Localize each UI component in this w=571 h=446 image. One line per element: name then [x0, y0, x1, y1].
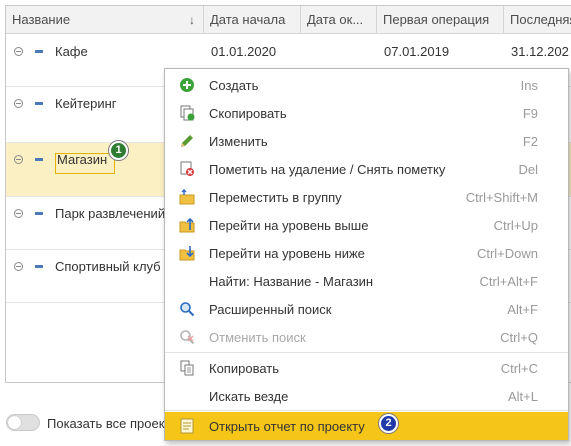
- menu-item-label: Изменить: [209, 134, 268, 149]
- menu-item-shortcut: Alt+F: [507, 302, 538, 317]
- menu-item-label: Перейти на уровень выше: [209, 218, 369, 233]
- move-to-group-icon: [179, 189, 195, 205]
- show-all-projects-label: Показать все проек: [47, 416, 165, 431]
- menu-item-label: Переместить в группу: [209, 190, 342, 205]
- menu-item-shortcut: F2: [522, 134, 538, 149]
- menu-item-shortcut: Ctrl+Alt+F: [479, 274, 538, 289]
- column-header-start-date[interactable]: Дата начала: [204, 6, 301, 34]
- menu-item-shortcut: Ins: [520, 78, 538, 93]
- collapse-icon[interactable]: [14, 47, 23, 56]
- step-badge-1: 1: [109, 141, 128, 160]
- menu-item-cancel-search: Отменить поиск Ctrl+Q: [165, 323, 568, 351]
- menu-item-shortcut: Ctrl+Q: [500, 330, 538, 345]
- step-badge-2: 2: [379, 414, 398, 433]
- menu-item-level-down[interactable]: Перейти на уровень ниже Ctrl+Down: [165, 239, 568, 267]
- collapse-icon[interactable]: [14, 262, 23, 271]
- menu-item-copy-add[interactable]: Скопировать F9: [165, 99, 568, 127]
- row-first-operation: 07.01.2019: [384, 44, 450, 59]
- collapse-icon[interactable]: [14, 209, 23, 218]
- row-start-date: 01.01.2020: [211, 44, 277, 59]
- column-header-name-label: Название: [12, 12, 71, 27]
- report-icon: [180, 418, 194, 434]
- menu-item-find-by-name[interactable]: Найти: Название - Магазин Ctrl+Alt+F: [165, 267, 568, 295]
- level-up-icon: [179, 217, 195, 233]
- menu-item-label: Найти: Название - Магазин: [209, 274, 374, 289]
- menu-separator: [165, 410, 568, 411]
- menu-item-shortcut: Ctrl+Shift+M: [465, 190, 538, 205]
- grid-header: Название ↓ Дата начала Дата ок... Первая…: [6, 6, 571, 34]
- cancel-search-icon: [180, 330, 195, 345]
- collapse-icon[interactable]: [14, 99, 23, 108]
- pencil-icon: [181, 135, 193, 147]
- copy-icon: [180, 360, 194, 376]
- search-icon: [180, 302, 195, 317]
- menu-item-shortcut: Alt+L: [508, 389, 538, 404]
- menu-item-label: Расширенный поиск: [209, 302, 332, 317]
- toggle-knob: [8, 416, 21, 429]
- menu-separator: [165, 352, 568, 353]
- menu-item-advanced-search[interactable]: Расширенный поиск Alt+F: [165, 295, 568, 323]
- menu-item-move-to-group[interactable]: Переместить в группу Ctrl+Shift+M: [165, 183, 568, 211]
- row-name: Спортивный клуб: [55, 259, 161, 274]
- menu-item-label: Скопировать: [209, 106, 287, 121]
- menu-item-mark-delete[interactable]: Пометить на удаление / Снять пометку Del: [165, 155, 568, 183]
- menu-item-label: Перейти на уровень ниже: [209, 246, 365, 261]
- menu-item-search-everywhere[interactable]: Искать везде Alt+L: [165, 382, 568, 410]
- menu-item-label: Открыть отчет по проекту: [209, 419, 365, 434]
- menu-item-shortcut: Ctrl+Down: [476, 246, 538, 261]
- row-name: Магазин: [57, 152, 108, 167]
- sort-arrow-icon[interactable]: ↓: [189, 6, 195, 34]
- menu-item-shortcut: Ctrl+Up: [493, 218, 538, 233]
- delete-mark-icon: [180, 161, 194, 176]
- menu-item-shortcut: Del: [518, 162, 538, 177]
- menu-item-level-up[interactable]: Перейти на уровень выше Ctrl+Up: [165, 211, 568, 239]
- row-name: Кейтеринг: [55, 96, 117, 111]
- item-dash-icon: [35, 265, 43, 268]
- row-last-operation: 31.12.202: [511, 44, 569, 59]
- menu-item-create[interactable]: Создать Ins: [165, 71, 568, 99]
- menu-item-open-project-report[interactable]: Открыть отчет по проекту: [165, 412, 568, 440]
- column-header-first-operation[interactable]: Первая операция: [377, 6, 504, 34]
- column-header-end-date[interactable]: Дата ок...: [301, 6, 377, 34]
- row-name: Парк развлечений: [55, 206, 166, 221]
- menu-item-label: Копировать: [209, 361, 279, 376]
- menu-item-edit[interactable]: Изменить F2: [165, 127, 568, 155]
- add-icon: [180, 78, 194, 92]
- show-all-projects-toggle[interactable]: [6, 414, 40, 431]
- collapse-icon[interactable]: [14, 155, 23, 164]
- item-dash-icon: [35, 102, 43, 105]
- menu-item-label: Искать везде: [209, 389, 289, 404]
- menu-item-copy[interactable]: Копировать Ctrl+C: [165, 354, 568, 382]
- menu-item-shortcut: F9: [522, 106, 538, 121]
- context-menu: Создать Ins Скопировать F9 Изменить F2 П…: [164, 68, 569, 441]
- menu-item-label: Пометить на удаление / Снять пометку: [209, 162, 446, 177]
- menu-item-label: Отменить поиск: [209, 330, 306, 345]
- column-header-last-operation[interactable]: Последняя: [504, 6, 571, 34]
- copy-add-icon: [180, 105, 195, 121]
- item-dash-icon: [35, 212, 43, 215]
- level-down-icon: [179, 246, 195, 261]
- item-dash-icon: [35, 158, 43, 161]
- item-dash-icon: [35, 50, 43, 53]
- column-header-name[interactable]: Название ↓: [6, 6, 204, 34]
- row-name: Кафе: [55, 44, 88, 59]
- menu-item-shortcut: Ctrl+C: [500, 361, 538, 376]
- menu-item-label: Создать: [209, 78, 259, 93]
